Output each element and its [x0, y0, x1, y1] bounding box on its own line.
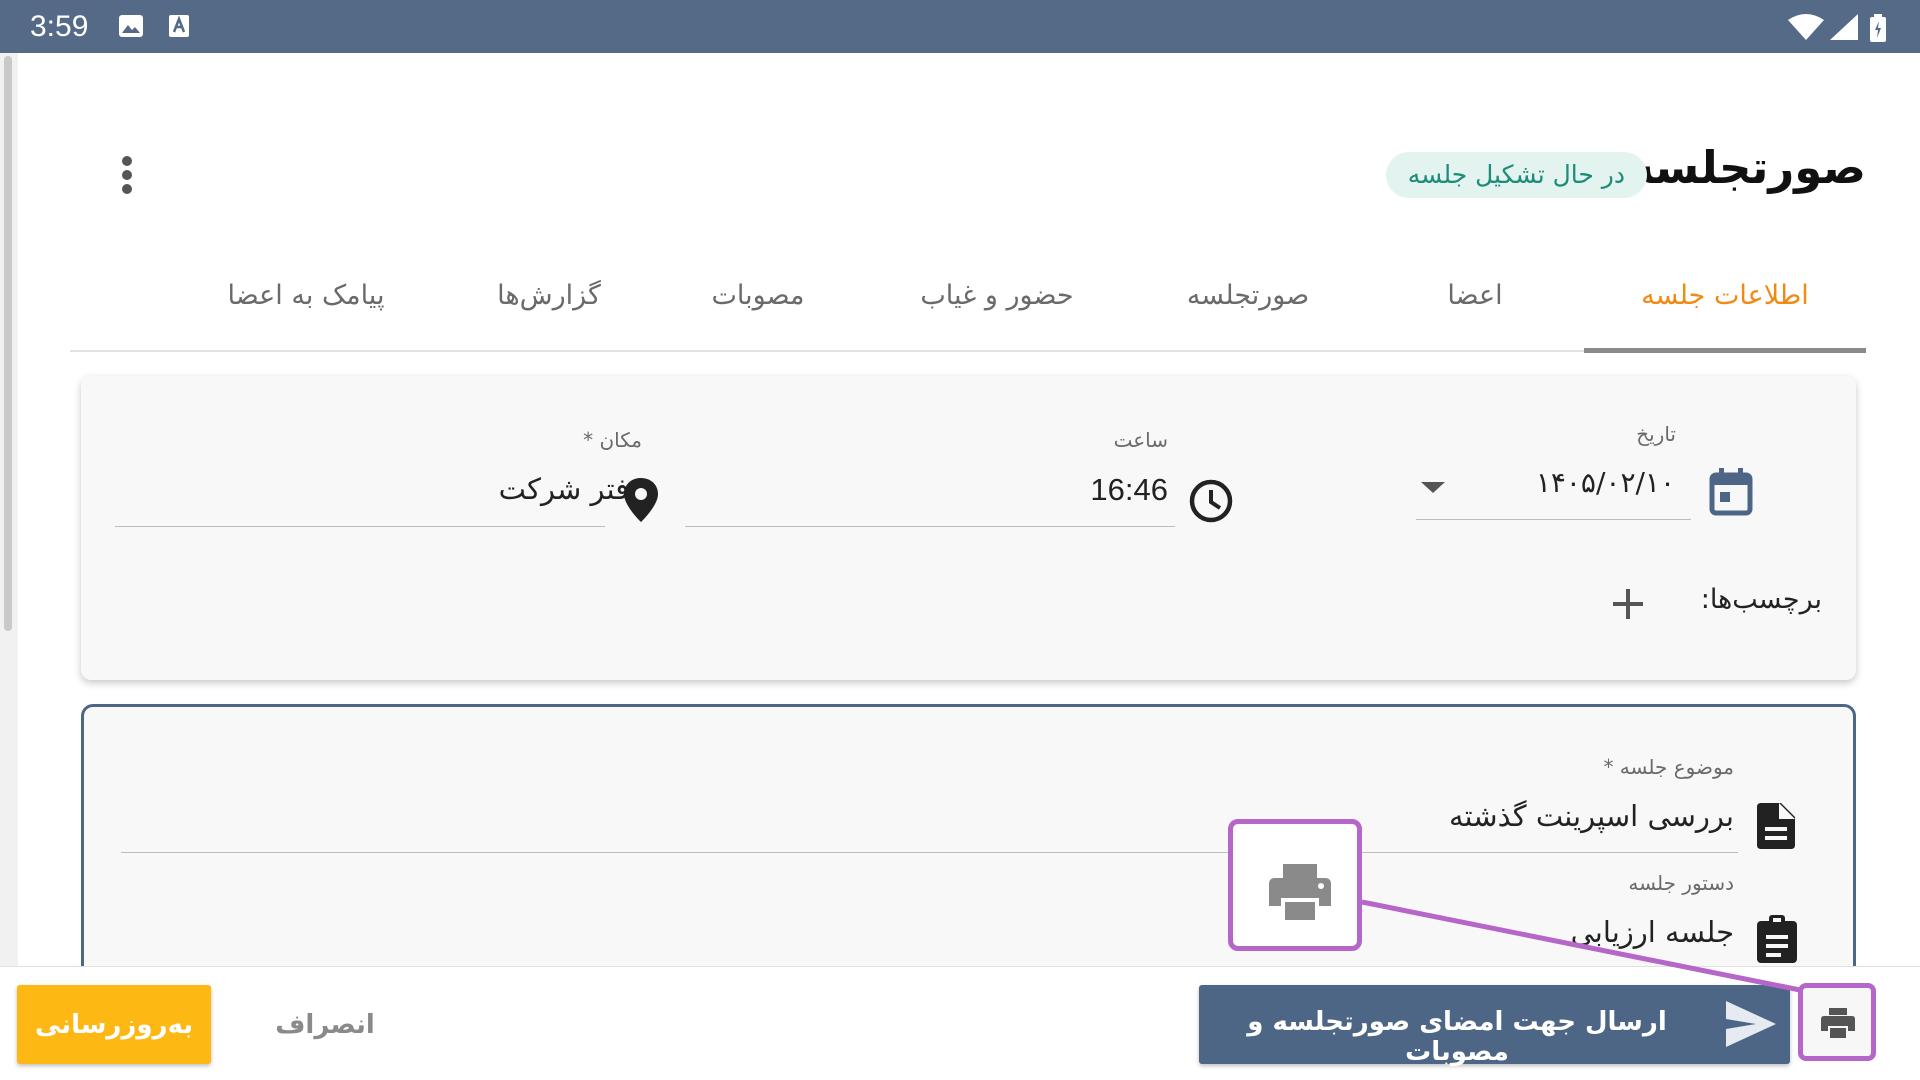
subject-value[interactable]: بررسی اسپرینت گذشته — [1449, 799, 1734, 833]
send-button-label: ارسال جهت امضای صورتجلسه و مصوبات — [1247, 1007, 1667, 1067]
date-value[interactable]: ۱۴۰۵/۰۲/۱۰ — [1536, 466, 1675, 499]
location-field-underline — [115, 526, 605, 527]
tab-reports[interactable]: گزارش‌ها — [446, 255, 652, 352]
update-button[interactable]: به‌روزرسانی — [17, 985, 211, 1064]
location-pin-icon[interactable] — [624, 478, 658, 522]
clipboard-icon — [1757, 915, 1797, 963]
tab-resolutions[interactable]: مصوبات — [652, 255, 864, 352]
agenda-label: دستور جلسه — [1628, 871, 1734, 895]
tab-bar: اطلاعات جلسه اعضا صورتجلسه حضور و غیاب م… — [70, 255, 1866, 353]
meeting-details-card: موضوع جلسه * بررسی اسپرینت گذشته دستور ج… — [81, 704, 1856, 1004]
tab-meeting-info[interactable]: اطلاعات جلسه — [1584, 255, 1866, 352]
printer-icon — [1821, 1008, 1855, 1038]
print-button[interactable] — [1798, 983, 1876, 1061]
wifi-icon — [1788, 14, 1824, 40]
keyboard-a-icon — [169, 15, 189, 37]
scrollbar[interactable] — [4, 56, 12, 631]
status-badge: در حال تشکیل جلسه — [1385, 152, 1647, 198]
tab-attendance[interactable]: حضور و غیاب — [864, 255, 1130, 352]
calendar-icon[interactable] — [1709, 468, 1753, 516]
location-label: مکان * — [583, 428, 642, 452]
subject-label: موضوع جلسه * — [1603, 755, 1734, 779]
document-icon — [1757, 803, 1795, 849]
tab-sms-members[interactable]: پیامک به اعضا — [166, 255, 446, 352]
tab-minutes[interactable]: صورتجلسه — [1130, 255, 1366, 352]
signal-icon — [1830, 14, 1858, 40]
tags-label: برچسب‌ها: — [1700, 584, 1822, 615]
printer-highlight — [1228, 819, 1362, 951]
clock-icon[interactable] — [1188, 478, 1234, 524]
cancel-button[interactable]: انصراف — [255, 985, 395, 1064]
status-bar: 3:59 — [0, 0, 1920, 53]
date-label: تاریخ — [1636, 422, 1676, 446]
time-value[interactable]: 16:46 — [1090, 472, 1168, 508]
time-field-underline — [685, 526, 1175, 527]
agenda-value[interactable]: جلسه ارزیابی — [1571, 915, 1734, 949]
more-vert-icon[interactable] — [112, 152, 142, 198]
send-for-signature-button[interactable]: ارسال جهت امضای صورتجلسه و مصوبات — [1199, 985, 1790, 1067]
plus-icon[interactable] — [1610, 586, 1646, 622]
time-label: ساعت — [1113, 428, 1168, 452]
image-icon — [119, 15, 143, 37]
date-field-underline — [1416, 519, 1691, 520]
meeting-info-card: تاریخ ۱۴۰۵/۰۲/۱۰ ساعت 16:46 مکان * دفتر … — [81, 376, 1856, 680]
page-title: صورتجلسه — [1627, 141, 1866, 194]
tab-members[interactable]: اعضا — [1366, 255, 1584, 352]
subject-field-underline — [121, 852, 1738, 853]
location-value[interactable]: دفتر شرکت — [499, 472, 642, 506]
send-icon — [1726, 1001, 1776, 1047]
active-tab-indicator — [1584, 348, 1866, 353]
dropdown-arrow-icon[interactable] — [1419, 480, 1447, 496]
printer-icon — [1269, 864, 1331, 920]
battery-icon — [1870, 14, 1886, 42]
status-time: 3:59 — [30, 10, 89, 43]
